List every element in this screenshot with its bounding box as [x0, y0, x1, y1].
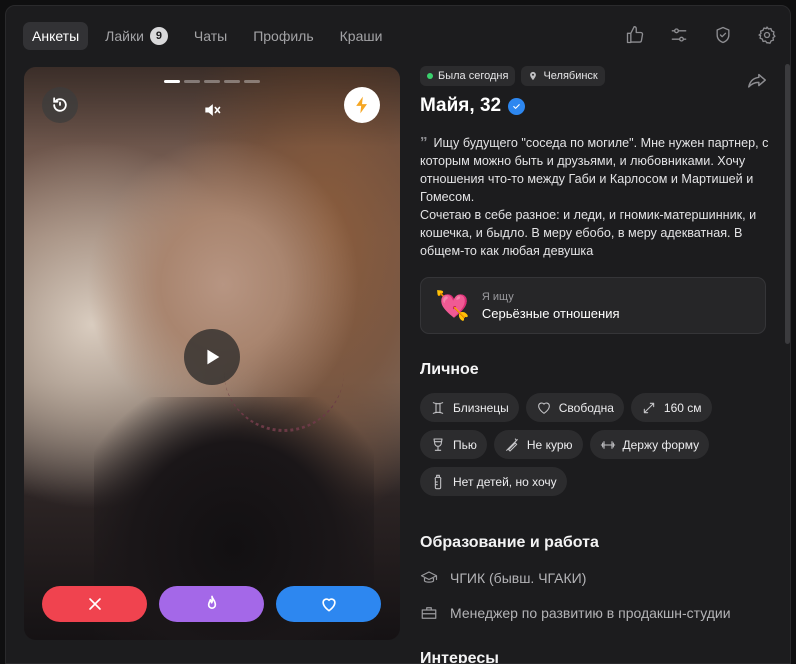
tag-label: Свободна	[558, 400, 614, 415]
tab-crushes[interactable]: Краши	[331, 22, 392, 50]
like-button[interactable]	[276, 586, 381, 622]
profile-bio: ” Ищу будущего "соседа по могиле". Мне ну…	[420, 134, 772, 260]
tag-kids: Нет детей, но хочу	[420, 467, 567, 496]
play-icon	[207, 349, 220, 365]
name-row: Майя, 32	[420, 95, 772, 117]
likes-count-badge: 9	[149, 27, 168, 45]
tab-label: Анкеты	[32, 28, 80, 44]
bio-text: Ищу будущего "соседа по могиле". Мне нуж…	[420, 136, 769, 258]
play-button[interactable]	[184, 329, 240, 385]
flame-icon	[207, 595, 216, 609]
looking-for-text: Я ищу Серьёзные отношения	[482, 291, 620, 321]
photo-progress-segment	[204, 80, 220, 83]
heart-arrow-icon: 💘	[435, 289, 470, 321]
heart-icon	[321, 598, 336, 612]
top-bar: Анкеты Лайки 9 Чаты Профиль Краши	[6, 6, 790, 64]
looking-for-label: Я ищу	[481, 290, 514, 303]
rewind-icon	[53, 97, 67, 112]
profile-photo[interactable]	[24, 67, 400, 640]
tag-relationship: Свободна	[525, 393, 624, 422]
shield-check-icon[interactable]	[712, 24, 734, 46]
location-pin-icon	[530, 71, 537, 81]
photo-progress	[164, 80, 260, 83]
gemini-icon	[432, 401, 444, 414]
tag-smoking: Не курю	[493, 430, 583, 459]
baby-bottle-icon	[434, 474, 442, 489]
tab-label: Краши	[339, 28, 383, 44]
dislike-button[interactable]	[42, 586, 147, 622]
superlike-button[interactable]	[159, 586, 264, 622]
tag-label: Близнецы	[453, 400, 509, 415]
photo-progress-segment	[184, 80, 200, 83]
online-dot-icon	[427, 73, 433, 79]
city-text: Челябинск	[543, 70, 598, 82]
job-row: Менеджер по развитию в продакшн-студии	[420, 604, 772, 622]
tab-chats[interactable]: Чаты	[185, 22, 236, 50]
quote-icon: ”	[420, 134, 428, 151]
tab-label: Профиль	[253, 28, 314, 44]
thumbs-up-icon[interactable]	[624, 24, 646, 46]
looking-for-card: 💘 Я ищу Серьёзные отношения	[420, 277, 766, 334]
height-arrows-icon	[643, 402, 655, 413]
lightning-icon	[356, 96, 367, 114]
tag-drinking: Пью	[420, 430, 487, 459]
tag-fitness: Держу форму	[589, 430, 710, 459]
education-text: ЧГИК (бывш. ЧГАКИ)	[450, 570, 587, 586]
education-row: ЧГИК (бывш. ЧГАКИ)	[420, 569, 772, 587]
gear-icon[interactable]	[756, 24, 778, 46]
verified-badge-icon	[508, 97, 526, 115]
tab-likes[interactable]: Лайки 9	[96, 22, 177, 50]
app-window: Анкеты Лайки 9 Чаты Профиль Краши Была с…	[5, 5, 791, 664]
top-actions	[624, 24, 778, 46]
education-section-title: Образование и работа	[420, 534, 599, 551]
graduation-cap-icon	[420, 571, 438, 583]
tab-profile[interactable]: Профиль	[244, 22, 322, 50]
scrollbar[interactable]	[785, 64, 790, 344]
tag-label: Пью	[453, 437, 477, 452]
photo-progress-segment	[164, 80, 180, 83]
sliders-icon[interactable]	[668, 24, 690, 46]
main-tabs: Анкеты Лайки 9 Чаты Профиль Краши	[23, 22, 399, 50]
boost-button[interactable]	[344, 87, 380, 123]
heart-outline-icon	[537, 401, 550, 414]
tag-label: 160 см	[663, 400, 702, 415]
online-status-chip: Была сегодня	[420, 66, 516, 86]
tag-label: Не курю	[526, 437, 573, 452]
no-smoking-icon	[506, 437, 518, 452]
share-icon[interactable]	[746, 70, 768, 92]
tag-height: 160 см	[630, 393, 712, 422]
tag-zodiac: Близнецы	[420, 393, 519, 422]
interests-section-title: Интересы	[420, 650, 499, 664]
tab-profiles[interactable]: Анкеты	[23, 22, 89, 50]
profile-info: Была сегодня Челябинск Майя, 32 ” Ищу буд…	[420, 66, 772, 664]
status-chips: Была сегодня Челябинск	[420, 66, 772, 86]
job-text: Менеджер по развитию в продакшн-студии	[450, 605, 731, 621]
online-status-text: Была сегодня	[438, 70, 509, 82]
personal-tags: Близнецы Свободна 160 см Пью Не курю Дер…	[420, 393, 772, 496]
speaker-muted-icon	[205, 104, 221, 116]
rewind-button[interactable]	[42, 87, 78, 123]
photo-progress-segment	[244, 80, 260, 83]
looking-for-value: Серьёзные отношения	[481, 305, 620, 321]
dumbbell-icon	[600, 440, 615, 449]
wine-glass-icon	[433, 437, 443, 451]
tab-label: Чаты	[193, 28, 228, 44]
city-chip: Челябинск	[521, 66, 605, 86]
personal-section-title: Личное	[420, 361, 479, 378]
close-icon	[88, 598, 101, 610]
tag-label: Держу форму	[622, 437, 700, 452]
photo-progress-segment	[224, 80, 240, 83]
profile-name: Майя, 32	[420, 95, 502, 116]
mute-button[interactable]	[201, 99, 223, 121]
tag-label: Нет детей, но хочу	[453, 474, 557, 489]
briefcase-icon	[421, 607, 437, 619]
tab-label: Лайки	[105, 28, 144, 44]
swipe-actions	[42, 586, 381, 622]
